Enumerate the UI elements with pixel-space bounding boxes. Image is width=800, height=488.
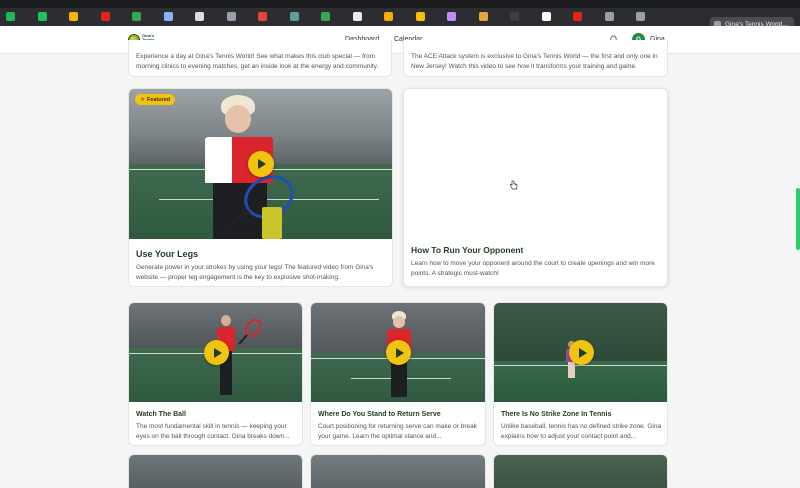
play-button[interactable] <box>386 340 411 365</box>
star-icon: ★ <box>140 96 145 103</box>
site-header: Gina's Tennis World Dashboard Calendar G… <box>0 26 800 54</box>
video-thumbnail[interactable] <box>129 303 302 402</box>
tab-k-app-icon[interactable] <box>37 12 47 21</box>
tab-edit-icon[interactable] <box>415 12 425 21</box>
video-thumbnail[interactable] <box>494 303 667 402</box>
card-title: Watch The Ball <box>136 411 186 418</box>
tennis-racket-icon <box>238 318 262 345</box>
tab-youtube-icon[interactable] <box>100 12 110 21</box>
tab-youtube2-icon[interactable] <box>573 12 582 21</box>
video-thumbnail[interactable]: ★ Featured <box>129 89 392 239</box>
tab-spotify-icon[interactable] <box>6 12 15 21</box>
video-thumbnail[interactable] <box>404 89 667 239</box>
hand-cursor-icon <box>509 180 518 190</box>
card-description: Unlike baseball, tennis has no defined s… <box>501 423 662 440</box>
card-title: Where Do You Stand to Return Serve <box>318 411 441 418</box>
play-button[interactable] <box>248 151 274 177</box>
tab-site-icon[interactable] <box>289 12 299 21</box>
video-thumbnail[interactable] <box>311 455 485 488</box>
card-description: Experience a day at Gina's Tennis World!… <box>136 53 379 70</box>
tab-chrome-icon[interactable] <box>384 12 393 21</box>
featured-badge-label: Featured <box>146 96 171 103</box>
video-thumbnail[interactable] <box>311 303 485 402</box>
video-card-watch-the-ball[interactable]: Watch The Ball The most fundamental skil… <box>128 302 303 446</box>
play-icon <box>213 347 222 358</box>
tab-pages-icon[interactable] <box>195 12 204 21</box>
top-card-ace-attack[interactable]: The ACE Attack system is exclusive to Gi… <box>403 40 668 77</box>
tab-github-icon[interactable] <box>541 12 551 21</box>
ball-basket <box>262 207 282 239</box>
card-description: Generate power in your strokes by using … <box>136 264 374 281</box>
video-card-partial[interactable] <box>310 454 486 488</box>
card-description: The ACE Attack system is exclusive to Gi… <box>411 53 658 70</box>
tab-maps2-icon[interactable] <box>321 12 330 21</box>
play-button[interactable] <box>569 340 594 365</box>
tab-dark-icon[interactable] <box>510 12 519 21</box>
tab-blank-icon[interactable] <box>352 12 362 21</box>
opponent-video-card[interactable]: How To Run Your Opponent Learn how to mo… <box>403 88 668 287</box>
card-title: Use Your Legs <box>136 249 199 259</box>
play-icon <box>258 159 266 169</box>
page-scrollbar[interactable] <box>796 188 800 250</box>
video-card-no-strike-zone[interactable]: There Is No Strike Zone In Tennis Unlike… <box>493 302 668 446</box>
video-card-partial[interactable] <box>493 454 668 488</box>
card-description: The most fundamental skill in tennis — k… <box>136 423 290 440</box>
play-icon <box>395 347 404 358</box>
video-thumbnail[interactable] <box>129 455 302 488</box>
tab-gmail-icon[interactable] <box>258 12 267 21</box>
video-thumbnail[interactable] <box>494 455 667 488</box>
video-card-partial[interactable] <box>128 454 303 488</box>
card-title: How To Run Your Opponent <box>411 245 524 255</box>
tab-img-icon[interactable] <box>447 12 456 21</box>
tab-mute-icon[interactable] <box>604 12 614 21</box>
tab-bear-icon[interactable] <box>478 12 488 21</box>
browser-tab-strip: Gina's Tennis World... <box>0 8 800 31</box>
tab-notes-icon[interactable] <box>69 12 78 21</box>
card-description: Court positioning for returning serve ca… <box>318 423 477 440</box>
featured-video-card[interactable]: ★ Featured Use Your Legs Generate power … <box>128 88 393 287</box>
tab-p-app-icon[interactable] <box>636 12 645 21</box>
card-description: Learn how to move your opponent around t… <box>411 260 655 277</box>
top-card-club-day[interactable]: Experience a day at Gina's Tennis World!… <box>128 40 392 77</box>
play-icon <box>578 347 587 358</box>
play-button[interactable] <box>204 340 229 365</box>
tab-doc-icon[interactable] <box>163 12 173 21</box>
video-card-return-serve[interactable]: Where Do You Stand to Return Serve Court… <box>310 302 486 446</box>
card-title: There Is No Strike Zone In Tennis <box>501 411 612 418</box>
featured-badge: ★ Featured <box>135 94 176 105</box>
tab-maps-icon[interactable] <box>132 12 141 21</box>
tab-k-doc-icon[interactable] <box>226 12 236 21</box>
window-titlebar <box>0 0 800 8</box>
